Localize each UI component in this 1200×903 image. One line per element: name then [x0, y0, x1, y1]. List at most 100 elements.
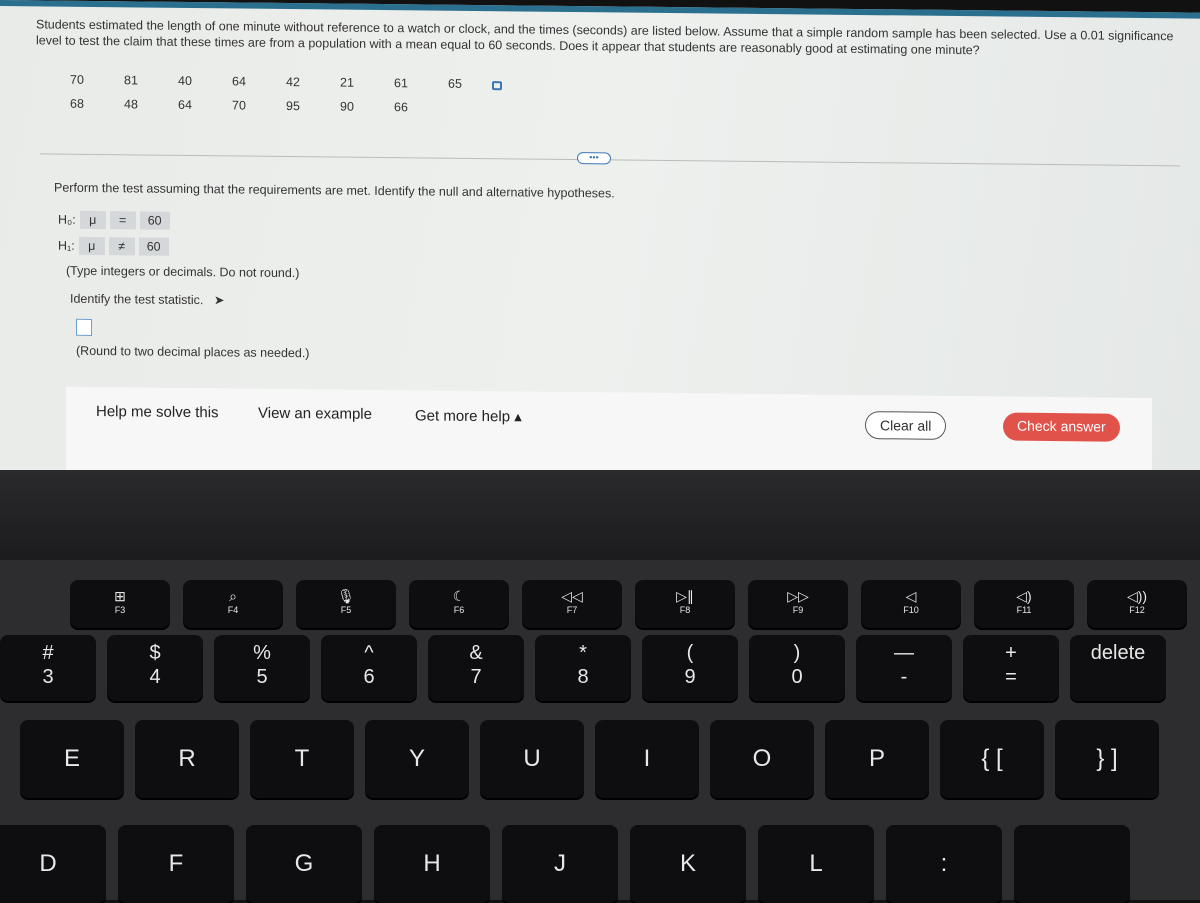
- key-7[interactable]: P: [825, 720, 929, 798]
- key-9[interactable]: } ]: [1055, 720, 1159, 798]
- h0-value-input[interactable]: 60: [139, 211, 170, 230]
- key-num-5[interactable]: * 8: [535, 635, 631, 701]
- fn-label: F6: [453, 605, 465, 615]
- key-label: H: [423, 850, 441, 877]
- key-home-5[interactable]: K: [630, 825, 746, 903]
- data-table: 70 81 40 64 42 21 61 65 68 48 64 70 95 90 66: [50, 73, 512, 126]
- key-home-0[interactable]: D: [0, 825, 106, 903]
- key-label: 9: [684, 666, 696, 688]
- key-6[interactable]: O: [710, 720, 814, 798]
- key-num-4[interactable]: & 7: [428, 635, 524, 701]
- key-label: :: [940, 850, 948, 877]
- key-f3[interactable]: ⊞ F3: [70, 580, 170, 628]
- key-num-3[interactable]: ^ 6: [321, 635, 417, 701]
- h1-value-input[interactable]: 60: [138, 237, 169, 256]
- key-f10[interactable]: ◁ F10: [861, 580, 961, 628]
- copy-data-icon[interactable]: [492, 81, 502, 91]
- fn-icon: ⊞: [114, 588, 126, 604]
- key-label: E: [63, 745, 80, 772]
- key-label: T: [294, 745, 310, 772]
- key-label: 4: [149, 666, 161, 688]
- key-home-8[interactable]: [1014, 825, 1130, 903]
- key-f9[interactable]: ▷▷ F9: [748, 580, 848, 628]
- data-value: 68: [70, 96, 84, 111]
- screen: Students estimated the length of one min…: [0, 0, 1200, 488]
- key-num-2[interactable]: % 5: [214, 635, 310, 701]
- key-home-1[interactable]: F: [118, 825, 234, 903]
- check-answer-button[interactable]: Check answer: [1003, 412, 1120, 442]
- key-home-7[interactable]: :: [886, 825, 1002, 903]
- fn-label: F3: [114, 605, 126, 615]
- data-value: 64: [178, 97, 192, 113]
- instruction: Perform the test assuming that the requi…: [54, 180, 615, 201]
- data-value: 21: [340, 75, 354, 90]
- help-me-solve-button[interactable]: Help me solve this: [96, 403, 219, 421]
- question-text: Students estimated the length of one min…: [36, 17, 1174, 58]
- fn-label: F9: [792, 605, 804, 615]
- h1-param-select[interactable]: μ: [78, 236, 105, 256]
- key-label: delete: [1090, 642, 1146, 664]
- key-label: Y: [408, 745, 425, 772]
- key-f5[interactable]: 🎙 F5: [296, 580, 396, 628]
- key-home-2[interactable]: G: [246, 825, 362, 903]
- hyp-note: (Type integers or decimals. Do not round…: [66, 263, 300, 281]
- laptop-bezel: [0, 470, 1200, 570]
- test-stat-input[interactable]: [76, 318, 92, 336]
- key-f4[interactable]: ⌕ F4: [183, 580, 283, 628]
- expand-button[interactable]: •••: [577, 152, 611, 165]
- key-f11[interactable]: ◁) F11: [974, 580, 1074, 628]
- data-value: 95: [286, 98, 300, 114]
- key-num-9[interactable]: + =: [963, 635, 1059, 701]
- key-home-4[interactable]: J: [502, 825, 618, 903]
- key-f8[interactable]: ▷∥ F8: [635, 580, 735, 628]
- key-num-10[interactable]: delete: [1070, 635, 1166, 701]
- key-label: O: [752, 745, 772, 772]
- key-8[interactable]: { [: [940, 720, 1044, 798]
- key-shift-label: &: [469, 642, 483, 664]
- key-5[interactable]: I: [595, 720, 699, 798]
- fn-icon: ▷▷: [787, 588, 809, 604]
- key-home-6[interactable]: L: [758, 825, 874, 903]
- fn-label: F5: [340, 605, 352, 615]
- data-value: 40: [178, 73, 192, 89]
- key-shift-label: *: [579, 642, 587, 664]
- key-label: F: [168, 850, 184, 877]
- key-label: G: [294, 850, 314, 877]
- fn-label: F11: [1016, 605, 1032, 615]
- key-num-6[interactable]: (9: [642, 635, 738, 701]
- key-num-7[interactable]: ) 0: [749, 635, 845, 701]
- fn-icon: ◁: [905, 588, 917, 604]
- key-4[interactable]: U: [480, 720, 584, 798]
- key-f6[interactable]: ☾ F6: [409, 580, 509, 628]
- alternative-hypothesis: H₁: μ ≠ 60: [58, 236, 169, 256]
- top-bar: [0, 0, 1200, 19]
- data-value: 48: [124, 97, 138, 112]
- key-0[interactable]: E: [20, 720, 124, 798]
- key-label: } ]: [1096, 745, 1118, 772]
- key-shift-label: (: [686, 642, 694, 664]
- key-1[interactable]: R: [135, 720, 239, 798]
- key-num-1[interactable]: $4: [107, 635, 203, 701]
- key-2[interactable]: T: [250, 720, 354, 798]
- view-example-button[interactable]: View an example: [258, 405, 372, 423]
- key-f7[interactable]: ◁◁ F7: [522, 580, 622, 628]
- h0-param-select[interactable]: μ: [79, 210, 106, 230]
- h1-operator-select[interactable]: ≠: [108, 237, 135, 256]
- clear-all-button[interactable]: Clear all: [865, 411, 947, 440]
- key-shift-label: ): [793, 642, 801, 664]
- fn-icon: ☾: [452, 588, 466, 604]
- get-more-help-button[interactable]: Get more help ▴: [415, 406, 522, 425]
- key-f12[interactable]: ◁)) F12: [1087, 580, 1187, 628]
- key-label: { [: [981, 745, 1003, 772]
- key-shift-label: ^: [364, 642, 374, 664]
- key-num-8[interactable]: — -: [856, 635, 952, 701]
- fn-icon: 🎙: [337, 588, 355, 604]
- h0-operator-select[interactable]: =: [109, 211, 136, 230]
- copy-data-button[interactable]: [482, 77, 512, 101]
- data-value: 70: [70, 72, 84, 87]
- key-num-0[interactable]: #3: [0, 635, 96, 701]
- key-3[interactable]: Y: [365, 720, 469, 798]
- data-value: 70: [232, 98, 246, 113]
- fn-icon: ◁)): [1126, 588, 1148, 604]
- key-home-3[interactable]: H: [374, 825, 490, 903]
